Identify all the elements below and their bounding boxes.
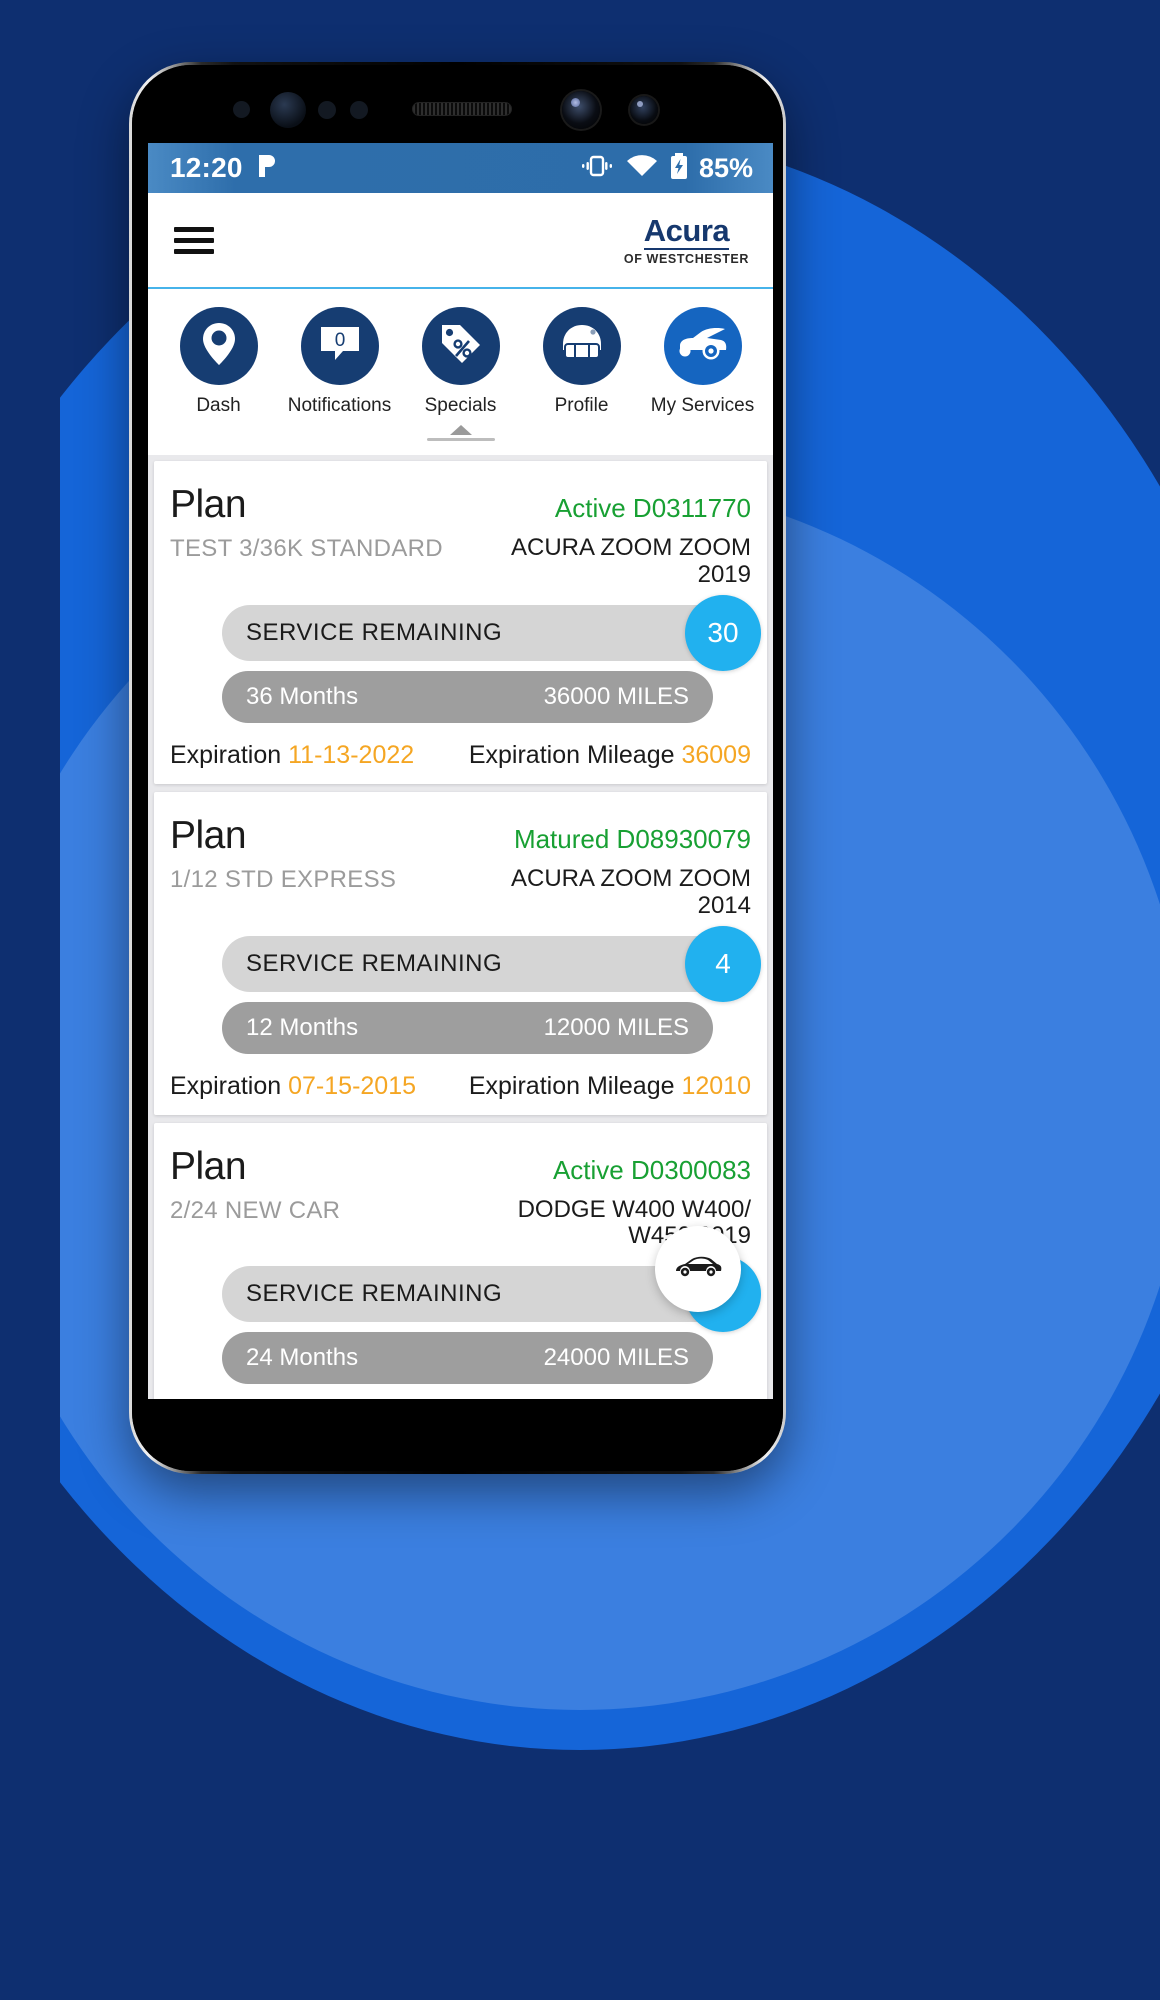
expiration-mileage-label: Expiration Mileage xyxy=(468,740,675,769)
nav-label-profile: Profile xyxy=(554,395,609,416)
term-bar: 12 Months 12000 MILES xyxy=(222,1001,713,1054)
nav-label-my-services: My Services xyxy=(650,395,755,416)
plan-card-vehicle: ACURA ZOOM ZOOM 2014 xyxy=(511,864,751,919)
plan-card-title: Plan xyxy=(170,1144,247,1188)
plan-card-plan-name: TEST 3/36K STANDARD xyxy=(170,535,443,562)
app-header: Acura OF WESTCHESTER xyxy=(148,193,773,289)
phone-frame: 12:20 85% Acura OF WESTCHESTER Dash 0 No… xyxy=(129,62,786,1474)
service-remaining-label: SERVICE REMAINING xyxy=(246,949,503,977)
plan-card-plan-name: 2/24 NEW CAR xyxy=(170,1196,341,1224)
expiration-date: 07-15-2015 xyxy=(288,1071,417,1100)
plan-card-vehicle: ACURA ZOOM ZOOM 2019 xyxy=(511,534,751,588)
iris-scanner-icon xyxy=(270,92,306,128)
dash-icon-circle xyxy=(179,307,258,385)
battery-charging-icon xyxy=(670,152,688,184)
service-remaining-bar: SERVICE REMAINING xyxy=(222,935,749,992)
earpiece-speaker xyxy=(412,102,512,116)
phone-bottom-bezel xyxy=(132,1399,783,1471)
expiration-mileage-value: 12010 xyxy=(681,1071,751,1100)
service-remaining-bar: SERVICE REMAINING xyxy=(222,604,749,661)
logo-brand-text: Acura xyxy=(643,212,730,250)
plan-card-status: Active D0311770 xyxy=(554,493,751,523)
term-miles: 24000 MILES xyxy=(543,1344,689,1372)
plan-card-status: Active D0300083 xyxy=(552,1154,751,1185)
expiration-label: Expiration xyxy=(170,1071,282,1100)
pandora-icon xyxy=(257,153,279,184)
status-bar: 12:20 85% xyxy=(148,143,773,193)
term-bar: 24 Months 24000 MILES xyxy=(222,1332,713,1385)
vibrate-icon xyxy=(580,154,614,183)
plan-card[interactable]: Plan Matured D08930079 1/12 STD EXPRESS … xyxy=(154,791,767,1115)
plan-card-status: Matured D08930079 xyxy=(513,823,751,854)
nav-strip: Dash 0 Notifications Specials Profile My… xyxy=(148,289,773,455)
acura-of-westchester-logo: Acura OF WESTCHESTER xyxy=(624,215,749,266)
nav-item-profile[interactable]: Profile xyxy=(527,307,637,417)
car-icon xyxy=(672,1252,724,1287)
nav-label-dash: Dash xyxy=(196,395,241,416)
plan-card-title: Plan xyxy=(170,483,247,526)
expiration-mileage-group: Expiration Mileage 36009 xyxy=(469,741,751,770)
helmet-icon xyxy=(559,321,605,372)
notifications-icon-circle: 0 xyxy=(300,307,379,385)
term-bar: 36 Months 36000 MILES xyxy=(222,670,713,723)
service-remaining-label: SERVICE REMAINING xyxy=(246,1280,503,1308)
notification-badge-count: 0 xyxy=(334,330,345,351)
expiration-group: Expiration 07-15-2015 xyxy=(170,1072,416,1101)
proximity-sensor-icon xyxy=(318,101,336,119)
service-remaining-label: SERVICE REMAINING xyxy=(246,618,503,646)
expiration-date: 11-13-2022 xyxy=(288,740,415,769)
handle-line xyxy=(426,438,495,441)
plan-card-plan-name: 1/12 STD EXPRESS xyxy=(170,865,397,893)
plan-card[interactable]: Plan Active D0311770 TEST 3/36K STANDARD… xyxy=(154,461,767,784)
expiration-label: Expiration xyxy=(170,740,282,769)
logo-dealer-text: OF WESTCHESTER xyxy=(623,251,749,266)
plan-card-title: Plan xyxy=(170,813,247,857)
specials-icon-circle xyxy=(421,307,500,385)
term-months: 12 Months xyxy=(246,1013,359,1041)
term-months: 24 Months xyxy=(246,1344,359,1372)
car-open-hood-icon xyxy=(677,324,729,369)
light-sensor-icon xyxy=(350,101,368,119)
nav-item-notifications[interactable]: 0 Notifications xyxy=(285,307,395,417)
expiration-mileage-value: 36009 xyxy=(681,740,751,769)
map-pin-icon xyxy=(199,320,239,373)
background-left-strip xyxy=(0,0,60,2000)
collapse-handle[interactable] xyxy=(158,425,763,449)
expiration-group: Expiration 11-13-2022 xyxy=(170,741,414,770)
front-camera-icon xyxy=(562,91,600,129)
term-miles: 36000 MILES xyxy=(543,682,689,710)
term-miles: 12000 MILES xyxy=(543,1013,689,1041)
nav-item-specials[interactable]: Specials xyxy=(406,307,516,417)
nav-item-dash[interactable]: Dash xyxy=(164,307,274,417)
nav-item-my-services[interactable]: My Services xyxy=(648,307,758,417)
expiration-mileage-group: Expiration Mileage 12010 xyxy=(469,1072,751,1101)
my-services-icon-circle xyxy=(663,307,742,385)
service-remaining-count: 30 xyxy=(685,594,761,671)
phone-screen: 12:20 85% Acura OF WESTCHESTER Dash 0 No… xyxy=(148,143,773,1400)
sensor-icon xyxy=(233,101,250,118)
battery-percent: 85% xyxy=(698,152,753,183)
secondary-camera-icon xyxy=(630,96,658,124)
phone-top-bezel xyxy=(132,65,783,143)
term-months: 36 Months xyxy=(246,682,359,710)
add-vehicle-fab[interactable] xyxy=(655,1226,741,1312)
chevron-up-icon xyxy=(449,425,472,435)
wifi-icon xyxy=(625,154,659,183)
nav-label-notifications: Notifications xyxy=(287,395,392,416)
expiration-mileage-label: Expiration Mileage xyxy=(468,1071,675,1100)
profile-icon-circle xyxy=(542,307,621,385)
status-bar-time: 12:20 xyxy=(170,152,243,183)
nav-label-specials: Specials xyxy=(424,395,497,416)
service-remaining-count: 4 xyxy=(685,925,761,1002)
price-tag-percent-icon xyxy=(438,321,484,372)
chat-bubble-icon: 0 xyxy=(317,323,363,370)
hamburger-menu-icon[interactable] xyxy=(174,221,214,260)
